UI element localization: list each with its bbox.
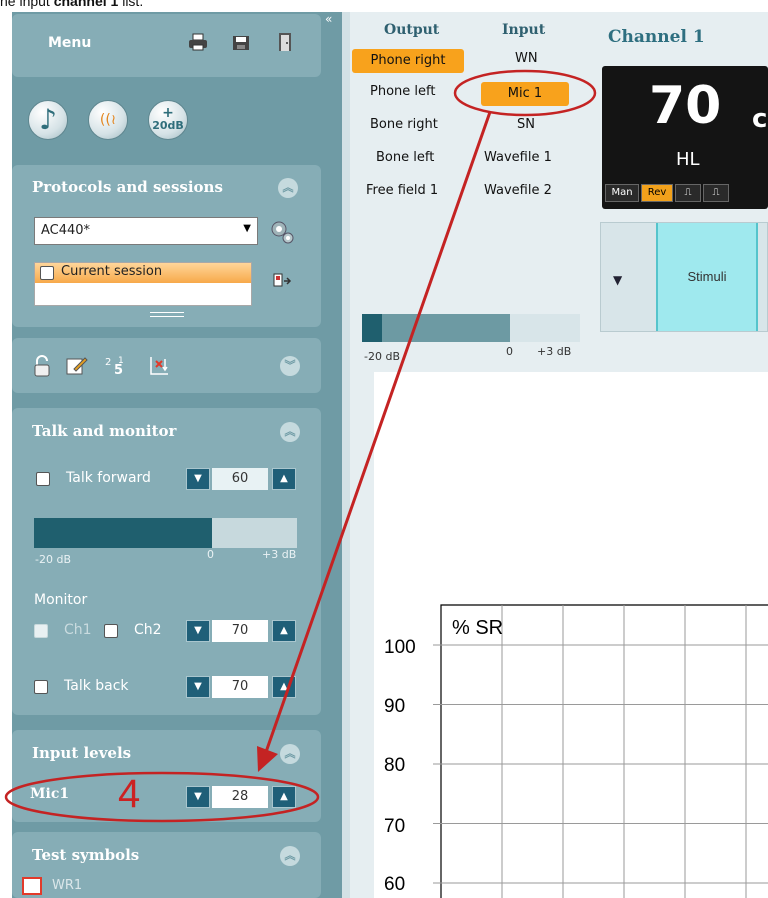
chart-y-label: % SR (452, 617, 504, 639)
y-tick-60: 60 (384, 874, 406, 895)
chart-axes (440, 604, 768, 898)
y-tick-80: 80 (384, 755, 406, 776)
step-number-annotation: 4 (118, 772, 141, 816)
y-tick-100: 100 (384, 637, 416, 658)
y-tick-70: 70 (384, 816, 406, 837)
y-tick-90: 90 (384, 696, 406, 717)
